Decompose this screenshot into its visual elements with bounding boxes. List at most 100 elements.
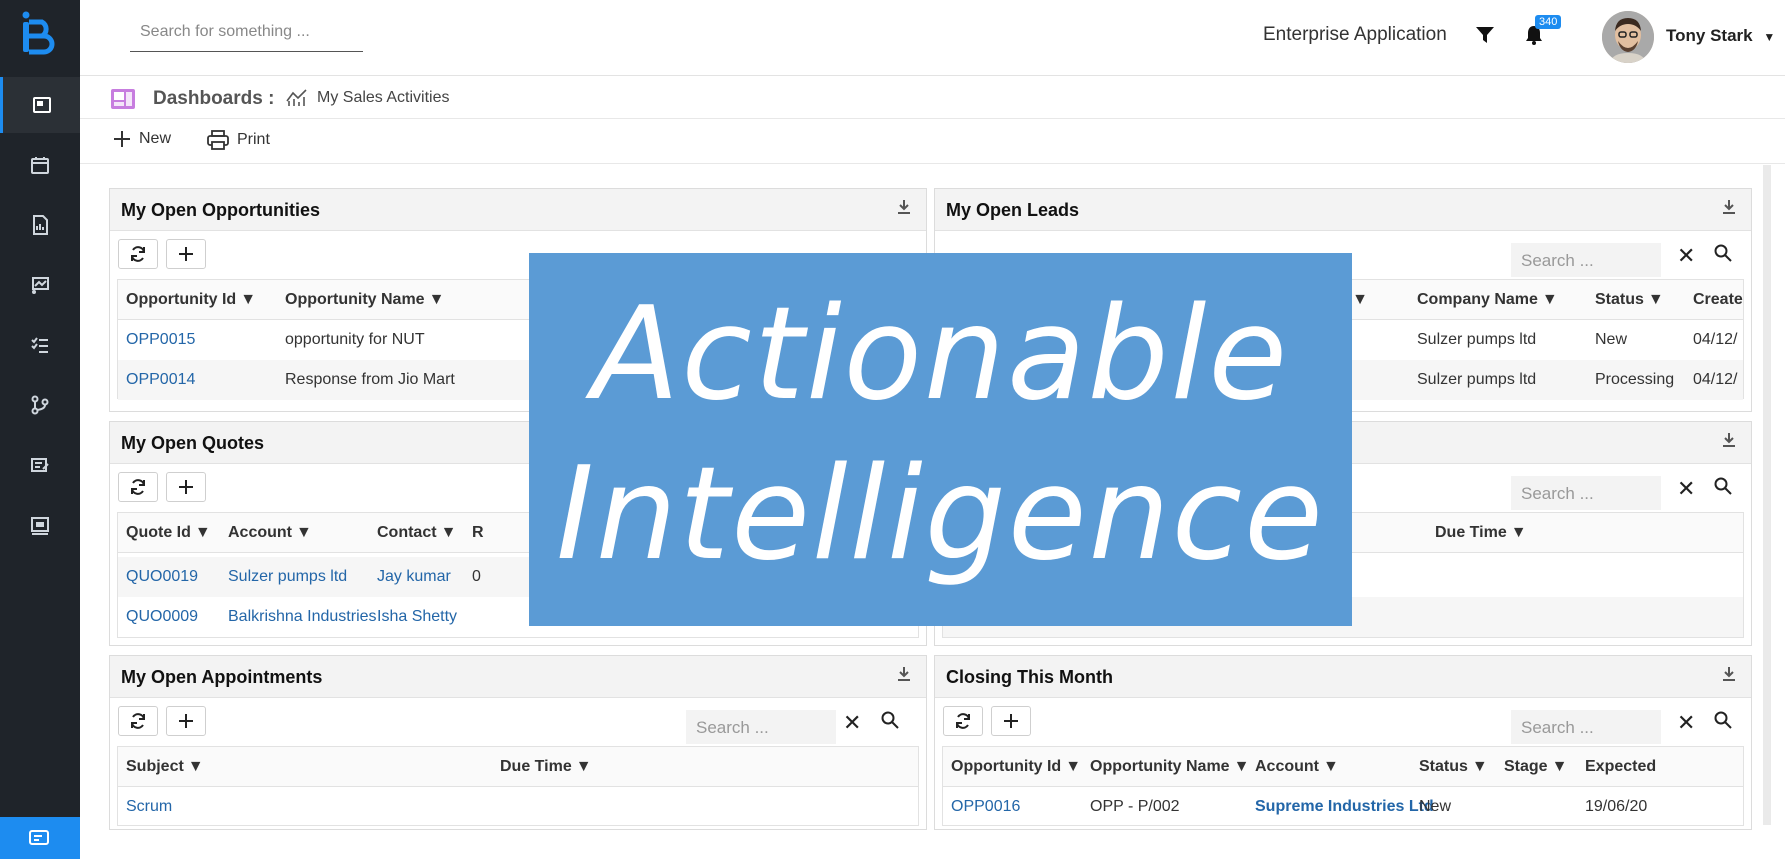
search-icon[interactable] — [881, 711, 899, 734]
opportunity-id-link[interactable]: OPP0014 — [126, 371, 195, 389]
sidebar-footer-button[interactable] — [0, 817, 80, 859]
dashboard-module-icon — [110, 88, 136, 110]
quote-id-link[interactable]: QUO0009 — [126, 608, 198, 626]
clear-search-icon[interactable]: ✕ — [1677, 243, 1695, 269]
table-row[interactable]: Scrum — [118, 787, 918, 827]
opportunity-status: New — [1419, 798, 1452, 815]
download-icon[interactable] — [1721, 199, 1737, 220]
panel-title: My Open Leads — [946, 200, 1080, 220]
quote-id-link[interactable]: QUO0019 — [126, 568, 198, 586]
add-button[interactable] — [166, 239, 206, 269]
column-header[interactable]: Account ▼ — [1255, 758, 1339, 776]
logo-icon — [22, 11, 55, 55]
column-header[interactable]: Opportunity Name ▼ — [285, 291, 444, 309]
breadcrumb-root[interactable]: Dashboards : — [153, 88, 274, 110]
column-header[interactable]: Quote Id ▼ — [126, 524, 211, 542]
sidebar-item-analytics[interactable] — [0, 497, 80, 553]
column-header[interactable]: Status ▼ — [1595, 291, 1664, 309]
account-link[interactable]: Balkrishna Industries — [228, 608, 377, 626]
column-header[interactable]: Contact ▼ — [377, 524, 456, 542]
sidebar — [0, 0, 80, 859]
filter-icon: ▼ — [240, 291, 257, 308]
download-icon[interactable] — [1721, 666, 1737, 687]
branch-icon — [31, 395, 49, 415]
refresh-button[interactable] — [118, 706, 158, 736]
app-logo[interactable] — [20, 10, 58, 56]
user-name: Tony Stark — [1666, 26, 1753, 45]
column-header[interactable]: Due Time ▼ — [500, 758, 592, 776]
column-header[interactable]: Company Name ▼ — [1417, 291, 1558, 309]
panel-search-input[interactable]: Search ... — [686, 710, 836, 744]
plus-icon — [179, 247, 193, 261]
column-header[interactable]: Opportunity Id ▼ — [951, 758, 1081, 776]
clear-search-icon[interactable]: ✕ — [1677, 710, 1695, 736]
avatar-icon — [1602, 11, 1654, 63]
search-icon[interactable] — [1714, 244, 1732, 267]
column-header[interactable]: R — [472, 524, 484, 542]
sidebar-item-dashboard[interactable] — [0, 77, 80, 133]
column-header[interactable]: Opportunity Id ▼ — [126, 291, 256, 309]
plus-icon — [179, 480, 193, 494]
column-header[interactable]: Opportunity Name ▼ — [1090, 758, 1249, 776]
clear-search-icon[interactable]: ✕ — [843, 710, 861, 736]
filter-icon: ▼ — [1233, 758, 1250, 775]
appointment-subject-link[interactable]: Scrum — [126, 798, 172, 816]
contact-link[interactable]: Isha Shetty — [377, 608, 457, 626]
sidebar-item-reports[interactable] — [0, 197, 80, 253]
clear-search-icon[interactable]: ✕ — [1677, 476, 1695, 502]
refresh-icon — [131, 246, 145, 262]
opportunity-id-link[interactable]: OPP0015 — [126, 331, 195, 349]
add-button[interactable] — [991, 706, 1031, 736]
column-header[interactable]: Create — [1693, 291, 1743, 309]
column-header[interactable]: Expected — [1585, 758, 1656, 776]
sidebar-item-workflow[interactable] — [0, 377, 80, 433]
panel-search-input[interactable]: Search ... — [1511, 476, 1661, 510]
contact-link[interactable]: Jay kumar — [377, 568, 451, 586]
sidebar-item-notes[interactable] — [0, 437, 80, 493]
new-button[interactable]: New — [113, 130, 171, 148]
opportunity-id-link[interactable]: OPP0016 — [951, 798, 1020, 816]
add-button[interactable] — [166, 706, 206, 736]
user-menu[interactable]: Tony Stark ▼ — [1666, 26, 1775, 46]
column-header[interactable]: Due Time ▼ — [1435, 524, 1527, 542]
filter-icon — [1476, 27, 1494, 43]
filter-icon: ▼ — [194, 524, 211, 541]
column-header[interactable]: Status ▼ — [1419, 758, 1488, 776]
board-icon — [31, 517, 49, 535]
table-row[interactable]: OPP0016 OPP - P/002 Supreme Industries L… — [943, 787, 1743, 827]
filter-button[interactable] — [1475, 26, 1495, 49]
panel-search-input[interactable]: Search ... — [1511, 710, 1661, 744]
refresh-icon — [131, 479, 145, 495]
refresh-button[interactable] — [943, 706, 983, 736]
global-search-input[interactable]: Search for something ... — [130, 18, 363, 52]
account-link[interactable]: Sulzer pumps ltd — [228, 568, 347, 586]
column-header[interactable]: Account ▼ — [228, 524, 312, 542]
column-header[interactable]: Subject ▼ — [126, 758, 204, 776]
printer-icon — [207, 130, 229, 150]
print-button[interactable]: Print — [207, 130, 270, 150]
sidebar-item-tasks[interactable] — [0, 317, 80, 373]
user-avatar[interactable] — [1602, 11, 1654, 63]
download-icon[interactable] — [896, 666, 912, 687]
filter-icon: ▼ — [1541, 291, 1558, 308]
refresh-button[interactable] — [118, 239, 158, 269]
search-icon[interactable] — [1714, 477, 1732, 500]
page-scrollbar[interactable] — [1763, 165, 1771, 825]
filter-icon: ▼ — [1323, 758, 1339, 775]
app-title: Enterprise Application — [1263, 24, 1447, 45]
created-date: 04/12/ — [1693, 371, 1738, 388]
sidebar-item-sales[interactable] — [0, 257, 80, 313]
refresh-button[interactable] — [118, 472, 158, 502]
search-icon[interactable] — [1714, 711, 1732, 734]
account-link[interactable]: Supreme Industries Ltd — [1255, 798, 1434, 816]
column-header[interactable]: Stage ▼ — [1504, 758, 1567, 776]
download-icon[interactable] — [896, 199, 912, 220]
panel-title: Closing This Month — [946, 667, 1113, 687]
download-icon[interactable] — [1721, 432, 1737, 453]
add-button[interactable] — [166, 472, 206, 502]
edit-note-icon — [31, 458, 49, 472]
sidebar-item-calendar[interactable] — [0, 137, 80, 193]
panel-search-input[interactable]: Search ... — [1511, 243, 1661, 277]
refresh-icon — [131, 713, 145, 729]
notification-badge: 340 — [1535, 15, 1562, 29]
